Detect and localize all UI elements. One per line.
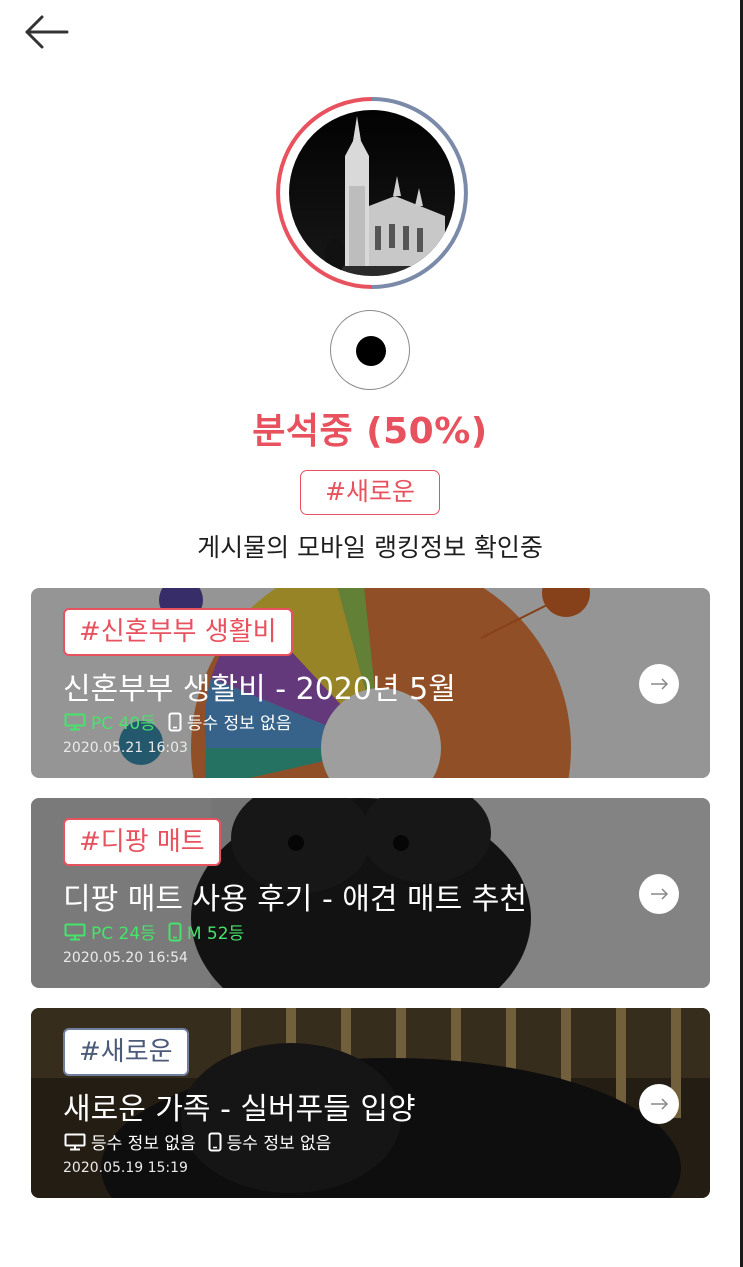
- post-title: 새로운 가족 - 실버푸들 입양: [63, 1092, 416, 1127]
- post-tag: #신혼부부 생활비: [63, 608, 293, 656]
- mobile-rank: 등수 정보 없음: [168, 709, 292, 734]
- analysis-subtitle: 게시물의 모바일 랭킹정보 확인중: [197, 533, 543, 562]
- pc-rank-text: 등수 정보 없음: [91, 1134, 196, 1154]
- arrow-right-icon: [651, 888, 669, 900]
- arrow-right-icon: [651, 1098, 669, 1110]
- arrow-left-icon: [25, 15, 69, 49]
- analysis-status: 분석중 (50%): [252, 411, 488, 452]
- profile-avatar: [275, 96, 469, 290]
- post-ranks: 등수 정보 없음 등수 정보 없음: [64, 1129, 343, 1154]
- mobile-rank-text: 등수 정보 없음: [186, 714, 292, 734]
- mobile-rank: M 52등: [168, 919, 244, 944]
- pc-rank: 등수 정보 없음: [64, 1129, 196, 1154]
- post-tag: #디팡 매트: [63, 818, 221, 866]
- pc-rank-text: PC 40등: [91, 714, 156, 734]
- smartphone-icon: [168, 922, 182, 941]
- mobile-rank-text: M 52등: [186, 924, 245, 944]
- post-title: 디팡 매트 사용 후기 - 애견 매트 추천: [63, 882, 527, 917]
- smartphone-icon: [168, 712, 182, 731]
- arrow-right-icon: [651, 678, 669, 690]
- post-date: 2020.05.21 16:03: [63, 740, 188, 756]
- post-card[interactable]: #새로운 새로운 가족 - 실버푸들 입양 등수 정보 없음 등수 정보 없음 …: [31, 1008, 710, 1198]
- open-post-button[interactable]: [639, 1084, 679, 1124]
- open-post-button[interactable]: [639, 664, 679, 704]
- post-card[interactable]: #신혼부부 생활비 신혼부부 생활비 - 2020년 5월 PC 40등 등수 …: [31, 588, 710, 778]
- post-tag: #새로운: [63, 1028, 189, 1076]
- post-title: 신혼부부 생활비 - 2020년 5월: [63, 672, 456, 707]
- mobile-rank: 등수 정보 없음: [208, 1129, 332, 1154]
- monitor-icon: [64, 923, 86, 940]
- post-card[interactable]: #디팡 매트 디팡 매트 사용 후기 - 애견 매트 추천 PC 24등 M 5…: [31, 798, 710, 988]
- current-tag-button[interactable]: #새로운: [300, 470, 440, 515]
- back-button[interactable]: [22, 12, 72, 54]
- monitor-icon: [64, 1133, 86, 1150]
- post-date: 2020.05.19 15:19: [63, 1160, 188, 1176]
- open-post-button[interactable]: [639, 874, 679, 914]
- pc-rank: PC 24등: [64, 919, 156, 944]
- pc-rank: PC 40등: [64, 709, 156, 734]
- monitor-icon: [64, 713, 86, 730]
- post-ranks: PC 24등 M 52등: [64, 919, 256, 944]
- mobile-rank-text: 등수 정보 없음: [226, 1134, 332, 1154]
- post-ranks: PC 40등 등수 정보 없음: [64, 709, 303, 734]
- record-dot-icon: [356, 336, 386, 366]
- record-button[interactable]: [330, 310, 410, 390]
- post-date: 2020.05.20 16:54: [63, 950, 188, 966]
- smartphone-icon: [208, 1132, 222, 1151]
- pc-rank-text: PC 24등: [91, 924, 156, 944]
